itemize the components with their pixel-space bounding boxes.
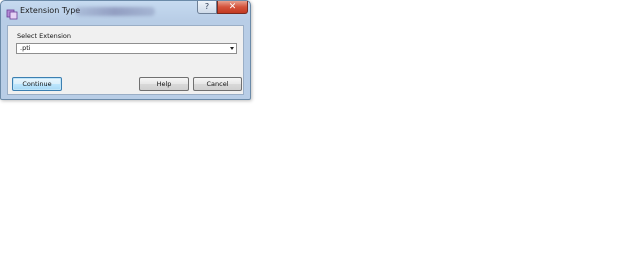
chevron-down-icon[interactable] [230,47,234,50]
extension-dropdown-value: .pti [20,44,31,52]
cancel-button[interactable]: Cancel [193,77,242,91]
dialog-body: Select Extension .pti Continue Help Canc… [7,25,244,95]
extension-type-dialog: Extension Type ? ✕ Select Extension .pti… [0,0,251,100]
help-button[interactable]: Help [139,77,189,91]
extension-dropdown[interactable]: .pti [16,43,237,54]
close-button[interactable]: ✕ [217,1,248,14]
continue-button[interactable]: Continue [12,77,62,91]
title-bar[interactable]: Extension Type ? ✕ [1,1,250,21]
help-title-button[interactable]: ? [197,1,217,14]
window-title: Extension Type [20,6,81,15]
redacted-title-suffix [75,7,155,16]
select-extension-label: Select Extension [17,32,72,40]
app-icon [6,5,18,20]
